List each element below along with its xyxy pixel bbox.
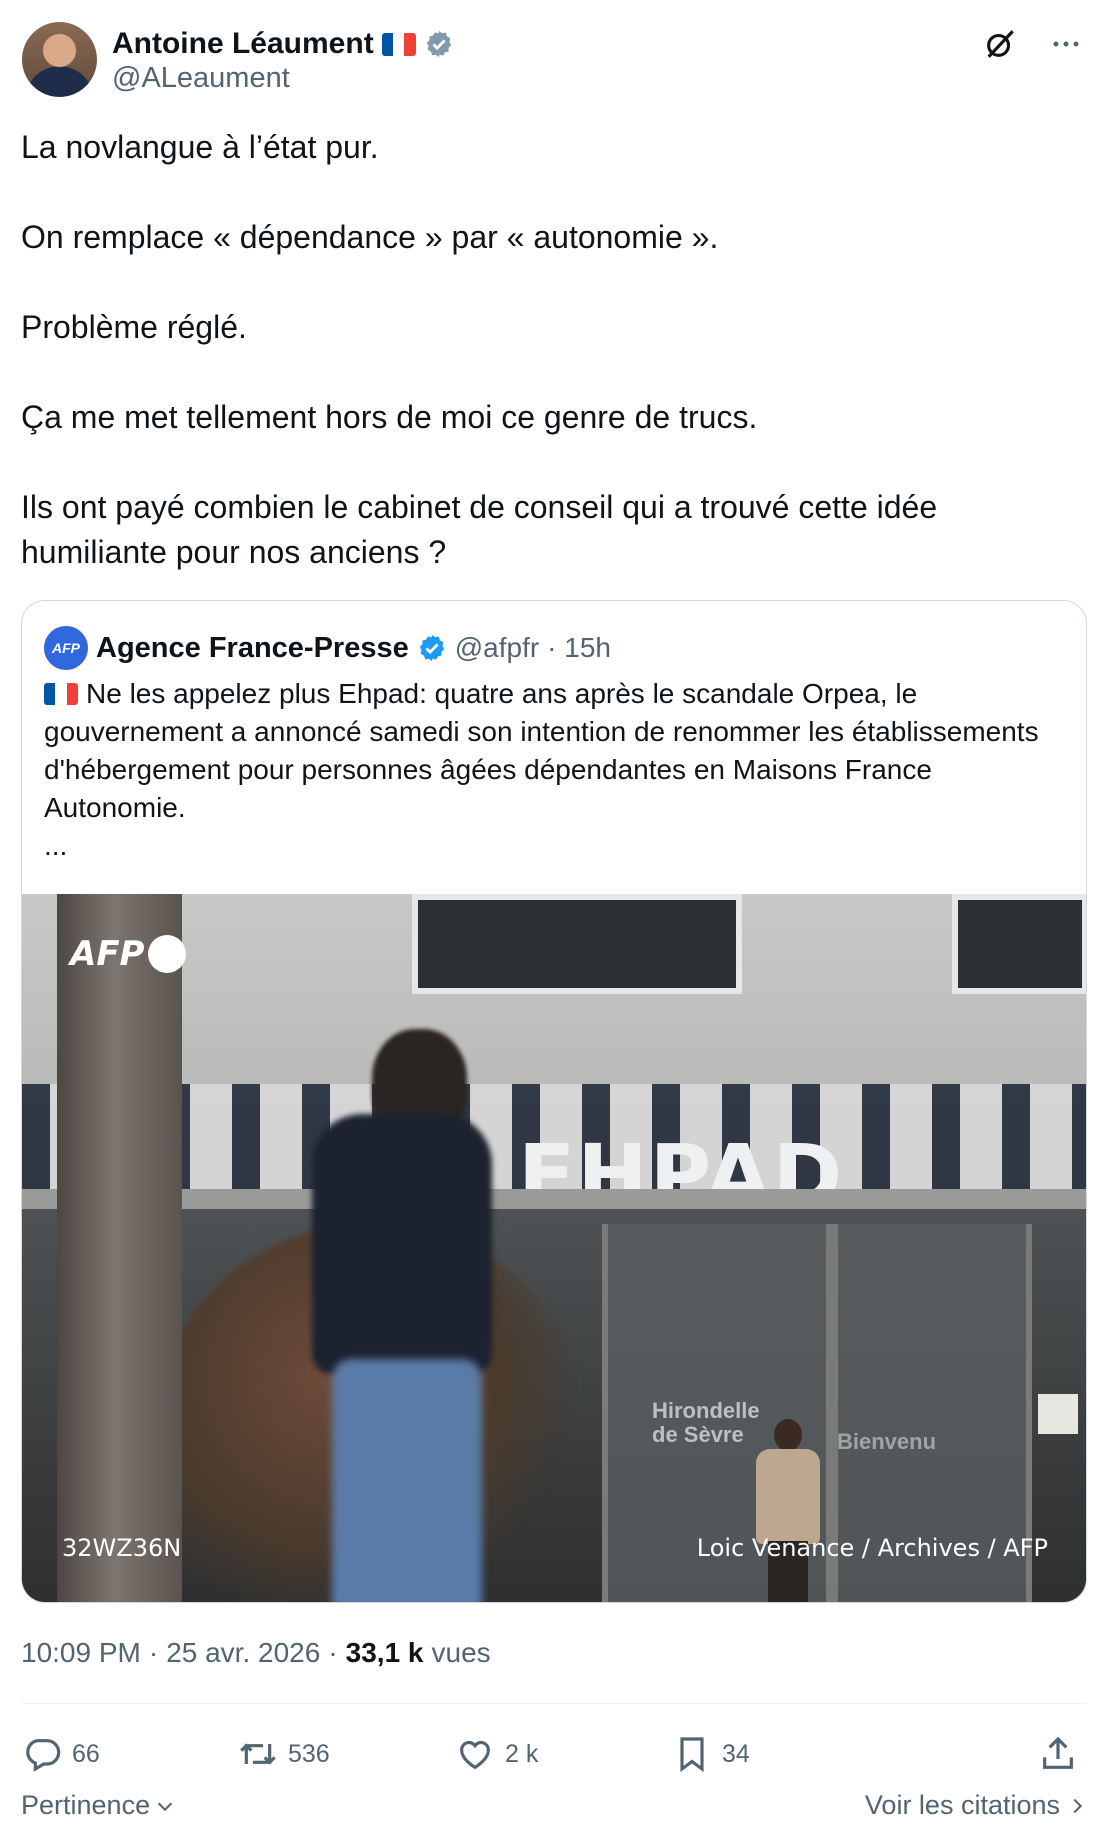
bookmark-count: 34: [722, 1739, 750, 1768]
quoted-tweet-text: Ne les appelez plus Ehpad: quatre ans ap…: [44, 675, 1064, 865]
retweet-button[interactable]: 536: [238, 1728, 330, 1780]
chevron-down-icon: [157, 1802, 173, 1811]
like-count: 2 k: [505, 1739, 539, 1768]
reply-button[interactable]: 66: [22, 1728, 100, 1780]
retweet-icon: [240, 1743, 276, 1765]
share-icon: [1043, 1736, 1073, 1769]
photo-warning-sign: [1038, 1394, 1078, 1434]
meta-separator: ·: [328, 1637, 338, 1668]
tweet-text: La novlangue à l’état pur. On remplace «…: [21, 129, 938, 570]
quoted-tweet-body: Ne les appelez plus Ehpad: quatre ans ap…: [44, 678, 1039, 861]
sort-label: Pertinence: [21, 1790, 151, 1820]
photo-man: [752, 1419, 822, 1602]
view-quotes-link[interactable]: Voir les citations: [865, 1790, 1088, 1821]
photo-glass-text: Hirondelle de Sèvre: [652, 1398, 760, 1447]
photo-glass-text: Bienvenu: [837, 1429, 937, 1454]
photo-credit: Loic Venance / Archives / AFP: [696, 1534, 1048, 1562]
quoted-author-avatar[interactable]: AFP: [44, 626, 88, 670]
photo-walking-person: [292, 1029, 502, 1602]
views-label: vues: [431, 1637, 491, 1668]
bookmark-icon: [680, 1737, 704, 1773]
bookmark-button[interactable]: 34: [672, 1728, 750, 1780]
author-name-row: Antoine Léaument: [112, 26, 454, 62]
author-display-name[interactable]: Antoine Léaument: [112, 27, 374, 61]
tweet-header: Antoine Léaument @ALeaument: [22, 22, 1088, 100]
sort-dropdown[interactable]: Pertinence: [21, 1790, 176, 1821]
reply-icon: [26, 1739, 61, 1772]
photo-window: [412, 894, 742, 994]
france-flag-icon: [44, 683, 78, 705]
quoted-tweet-time[interactable]: · 15h: [547, 632, 611, 664]
quoted-author-handle[interactable]: @afpfr: [455, 632, 539, 664]
photo-id: 32WZ36N: [62, 1534, 182, 1562]
quoted-author-name[interactable]: Agence France-Presse: [96, 632, 409, 665]
divider: [21, 1703, 1087, 1704]
top-actions: [978, 22, 1088, 66]
retweet-count: 536: [288, 1739, 330, 1768]
author-avatar[interactable]: [22, 22, 97, 97]
tweet-actions: 66 536 2 k 34: [22, 1728, 1088, 1780]
tweet-date[interactable]: 25 avr. 2026: [166, 1637, 320, 1669]
grok-icon[interactable]: [978, 22, 1022, 66]
view-quotes-label: Voir les citations: [864, 1790, 1060, 1820]
chevron-right-icon: [1073, 1798, 1083, 1813]
quoted-tweet-card[interactable]: AFP Agence France-Presse @afpfr · 15h Ne…: [21, 600, 1087, 1603]
france-flag-icon: [381, 32, 416, 56]
verified-badge-icon[interactable]: [424, 29, 454, 59]
like-button[interactable]: 2 k: [455, 1728, 538, 1780]
more-options-icon[interactable]: [1044, 22, 1088, 66]
views-count: 33,1 k: [345, 1637, 424, 1668]
verified-badge-icon: [419, 634, 444, 662]
quoted-tweet-header: AFP Agence France-Presse @afpfr · 15h: [44, 625, 611, 671]
tweet-meta: 10:09 PM · 25 avr. 2026 · 33,1 k vues: [21, 1637, 491, 1669]
meta-separator: ·: [148, 1637, 159, 1668]
reply-count: 66: [72, 1739, 100, 1768]
photo-tree-trunk: [57, 894, 182, 1602]
afp-watermark: AFP: [70, 934, 187, 974]
heart-icon: [460, 1740, 490, 1770]
share-button[interactable]: [1038, 1728, 1078, 1780]
tweet-time[interactable]: 10:09 PM: [21, 1637, 141, 1669]
quoted-tweet-photo[interactable]: EHPAD Hirondelle de Sèvre Bienvenu AFP 3…: [22, 894, 1086, 1602]
photo-window: [952, 894, 1086, 994]
author-handle[interactable]: @ALeaument: [112, 62, 290, 95]
